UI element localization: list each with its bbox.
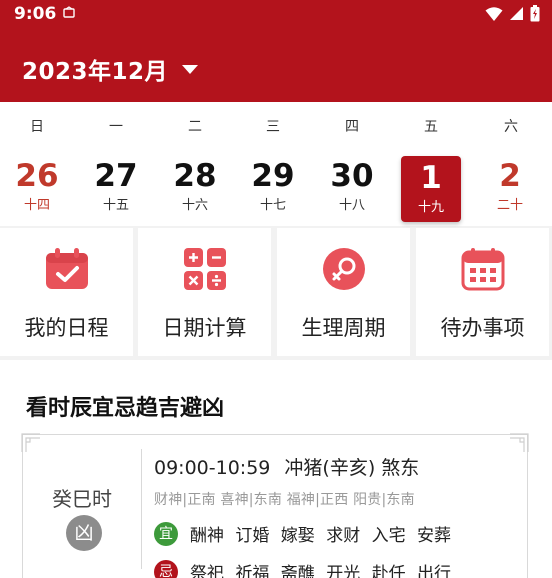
tool-date-calc[interactable]: 日期计算 — [138, 228, 271, 356]
battery-icon — [530, 5, 540, 22]
calculator-icon — [183, 248, 226, 290]
tool-label: 生理周期 — [301, 316, 386, 340]
day-cell[interactable]: 29 十七 — [242, 154, 304, 220]
notification-icon — [63, 6, 75, 18]
weekday-label: 三 — [266, 119, 280, 135]
corner-ornament-icon — [510, 433, 529, 452]
almanac-panel: 癸巳时 凶 09:00-10:59 冲猪(辛亥) 煞东 财神|正南 喜神|东南 … — [21, 433, 529, 578]
avoid-activities: 祭祀 祈福 斋醮 开光 赴任 出行 — [190, 564, 452, 578]
tool-shortcuts: 我的日程 日期计算 生理周期 待办事项 — [0, 228, 552, 358]
app-header: 9:06 2023年12月 — [0, 0, 552, 102]
weekday-header: 日 一 二 三 四 五 六 — [0, 116, 552, 140]
caret-down-icon — [182, 64, 199, 74]
lunar-date: 二十 — [496, 198, 523, 213]
day-number: 27 — [94, 158, 138, 194]
tool-label: 待办事项 — [440, 316, 525, 340]
day-cell[interactable]: 26 十四 — [6, 154, 68, 220]
status-bar: 9:06 — [0, 0, 552, 30]
gods-directions: 财神|正南 喜神|东南 福神|正西 阳贵|东南 — [154, 492, 415, 508]
calendar-grid-icon — [461, 248, 504, 291]
tool-label: 我的日程 — [24, 316, 109, 340]
status-time: 9:06 — [14, 4, 57, 24]
day-number: 1 — [420, 160, 442, 196]
tool-label: 日期计算 — [162, 316, 247, 340]
suitable-row: 宜 酬神 订婚 嫁娶 求财 入宅 安葬 — [154, 521, 451, 546]
suitable-activities: 酬神 订婚 嫁娶 求财 入宅 安葬 — [190, 526, 452, 546]
tool-period-cycle[interactable]: 生理周期 — [277, 228, 410, 356]
clash-info: 冲猪(辛亥) 煞东 — [284, 457, 420, 479]
hour-info: 09:00-10:59 冲猪(辛亥) 煞东 — [154, 453, 419, 480]
lunar-date: 十九 — [417, 200, 444, 215]
calendar-check-icon — [45, 248, 88, 289]
weekday-label: 六 — [504, 119, 518, 135]
lunar-date: 十五 — [102, 198, 129, 213]
luck-badge: 凶 — [66, 515, 102, 551]
tool-todo[interactable]: 待办事项 — [416, 228, 549, 356]
almanac-card[interactable]: 看时辰宜忌趋吉避凶 癸巳时 凶 09:00-10:59 冲猪(辛亥) 煞东 财神… — [0, 360, 552, 578]
suitable-badge: 宜 — [154, 521, 178, 546]
weekday-label: 日 — [30, 119, 44, 135]
day-cell[interactable]: 30 十八 — [321, 154, 383, 220]
shichen-column: 癸巳时 凶 — [23, 435, 141, 578]
month-selector[interactable]: 2023年12月 — [22, 52, 199, 86]
day-number: 2 — [499, 158, 521, 194]
divider — [141, 449, 142, 569]
week-calendar: 日 一 二 三 四 五 六 26 十四 27 十五 28 十六 29 十七 30… — [0, 102, 552, 226]
female-cycle-icon — [322, 248, 365, 290]
month-title: 2023年12月 — [22, 59, 169, 85]
lunar-date: 十七 — [259, 198, 286, 213]
day-number: 26 — [15, 158, 59, 194]
day-cell[interactable]: 27 十五 — [85, 154, 147, 220]
wifi-icon — [485, 6, 503, 21]
day-number: 28 — [173, 158, 217, 194]
weekday-label: 四 — [345, 119, 359, 135]
avoid-row: 忌 祭祀 祈福 斋醮 开光 赴任 出行 — [154, 559, 451, 578]
day-cell[interactable]: 2 二十 — [479, 154, 541, 220]
day-number: 29 — [251, 158, 295, 194]
lunar-date: 十四 — [23, 198, 50, 213]
day-number: 30 — [330, 158, 374, 194]
day-cell[interactable]: 28 十六 — [164, 154, 226, 220]
weekday-label: 二 — [188, 119, 202, 135]
signal-icon — [510, 7, 523, 20]
weekday-label: 五 — [424, 119, 438, 135]
avoid-badge: 忌 — [154, 559, 178, 578]
lunar-date: 十八 — [338, 198, 365, 213]
tool-my-schedule[interactable]: 我的日程 — [0, 228, 133, 356]
hour-range: 09:00-10:59 — [154, 457, 271, 479]
shichen-name: 癸巳时 — [52, 487, 112, 511]
weekday-label: 一 — [109, 119, 123, 135]
lunar-date: 十六 — [181, 198, 208, 213]
almanac-title: 看时辰宜忌趋吉避凶 — [26, 396, 225, 421]
day-cell-selected[interactable]: 1 十九 — [401, 156, 461, 222]
